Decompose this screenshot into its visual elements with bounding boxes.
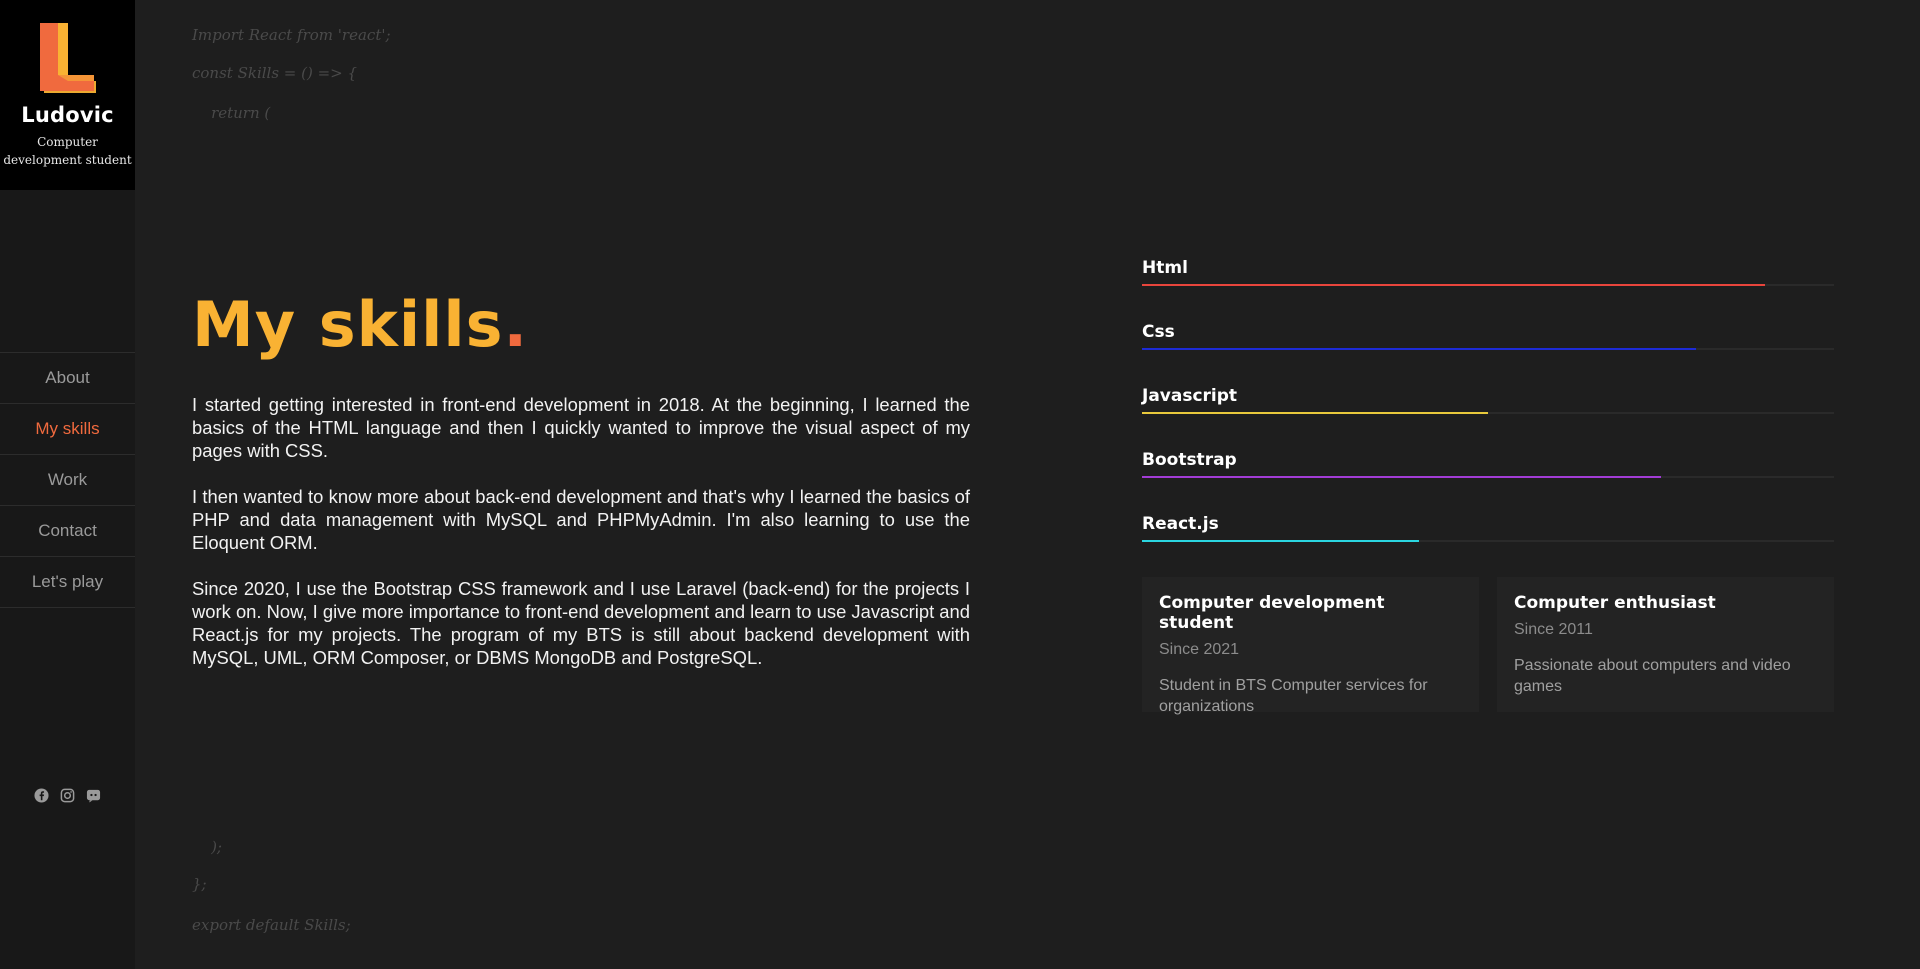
nav-item-work[interactable]: Work xyxy=(0,455,135,506)
paragraph: I then wanted to know more about back-en… xyxy=(192,486,970,553)
code-line-import: Import React from 'react'; xyxy=(192,26,391,44)
page-title-dot: . xyxy=(503,288,529,361)
skill-name: React.js xyxy=(1142,514,1219,534)
skill-name: Html xyxy=(1142,258,1188,278)
experience-card: Computer enthusiast Since 2011 Passionat… xyxy=(1497,577,1834,712)
skill-name: Bootstrap xyxy=(1142,450,1237,470)
skill-track xyxy=(1142,476,1834,478)
code-line-return: return ( xyxy=(192,104,271,122)
skills-list: Html Css Javascript Bootstrap React.js xyxy=(1142,256,1834,576)
page-title: My skills. xyxy=(192,288,528,361)
code-line-export: export default Skills; xyxy=(192,916,351,934)
brand-name: Ludovic xyxy=(21,103,114,127)
paragraph: Since 2020, I use the Bootstrap CSS fram… xyxy=(192,578,970,668)
skill-bar xyxy=(1142,284,1765,286)
card-title: Computer enthusiast xyxy=(1514,593,1716,613)
nav-item-about[interactable]: About xyxy=(0,353,135,404)
skill-bar xyxy=(1142,412,1488,414)
instagram-icon[interactable] xyxy=(59,787,76,804)
paragraph: I started getting interested in front-en… xyxy=(192,394,970,461)
nav-item-lets-play[interactable]: Let's play xyxy=(0,557,135,608)
skill-track xyxy=(1142,348,1834,350)
sidebar: Ludovic Computer development student Abo… xyxy=(0,0,135,969)
card-since: Since 2021 xyxy=(1159,641,1240,658)
experience-cards: Computer development student Since 2021 … xyxy=(1142,577,1834,715)
skill-track xyxy=(1142,412,1834,414)
brand[interactable]: Ludovic Computer development student xyxy=(0,0,135,190)
social-links xyxy=(0,787,135,804)
logo-icon[interactable] xyxy=(38,23,98,93)
skill-javascript: Javascript xyxy=(1142,384,1834,448)
page-title-text: My skills xyxy=(192,288,504,361)
discord-icon[interactable] xyxy=(85,787,102,804)
skill-bar xyxy=(1142,540,1419,542)
experience-card: Computer development student Since 2021 … xyxy=(1142,577,1479,715)
brand-subtitle: Computer development student xyxy=(3,135,132,167)
skill-name: Css xyxy=(1142,322,1175,342)
code-line-const: const Skills = () => { xyxy=(192,64,358,82)
skill-bootstrap: Bootstrap xyxy=(1142,448,1834,512)
card-description: Passionate about computers and video gam… xyxy=(1514,657,1791,695)
skill-html: Html xyxy=(1142,256,1834,320)
main-nav: About My skills Work Contact Let's play xyxy=(0,352,135,608)
skill-bar xyxy=(1142,348,1696,350)
skill-bar xyxy=(1142,476,1661,478)
skill-name: Javascript xyxy=(1142,386,1238,406)
skill-css: Css xyxy=(1142,320,1834,384)
card-since: Since 2011 xyxy=(1514,621,1593,638)
skill-track xyxy=(1142,540,1834,542)
nav-item-contact[interactable]: Contact xyxy=(0,506,135,557)
skill-reactjs: React.js xyxy=(1142,512,1834,576)
skills-description: I started getting interested in front-en… xyxy=(192,393,970,692)
facebook-icon[interactable] xyxy=(33,787,50,804)
nav-item-my-skills[interactable]: My skills xyxy=(0,404,135,455)
card-title: Computer development student xyxy=(1159,593,1385,633)
code-line-close-brace: }; xyxy=(192,875,207,893)
code-line-close-paren: ); xyxy=(192,838,222,856)
card-description: Student in BTS Computer services for org… xyxy=(1159,677,1428,715)
skill-track xyxy=(1142,284,1834,286)
